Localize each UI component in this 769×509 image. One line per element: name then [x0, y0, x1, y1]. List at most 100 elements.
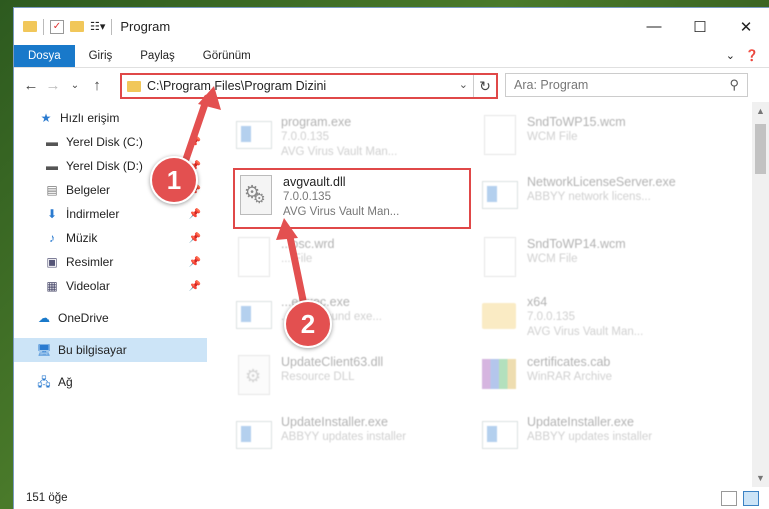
scroll-up-icon[interactable]: ▲	[752, 106, 769, 116]
search-input[interactable]: Ara: Program	[514, 78, 588, 92]
document-icon	[481, 115, 517, 157]
pictures-icon: ▣	[46, 255, 58, 269]
list-item[interactable]: program.exe 7.0.0.135 AVG Virus Vault Man.…	[231, 110, 467, 162]
scroll-thumb[interactable]	[755, 124, 766, 174]
pin-icon[interactable]: 📌	[189, 233, 201, 244]
sidebar-item-this-pc[interactable]: 🖥 Bu bilgisayar	[14, 338, 207, 362]
sidebar-item-network[interactable]: 🖧 Ağ	[14, 370, 207, 394]
navigation-bar: ← → ⌄ ↑ C:\Program Files\Program Dizini …	[14, 68, 769, 102]
recent-chevron-icon[interactable]: ⌄	[64, 80, 86, 91]
close-button[interactable]: ✕	[723, 8, 769, 45]
tab-view[interactable]: Görünüm	[189, 45, 265, 67]
item-count: 151 öğe	[26, 492, 68, 504]
file-name: ...osc.wrd	[281, 237, 335, 251]
file-detail: ABBYY network licens...	[527, 191, 651, 203]
folder-icon	[481, 295, 517, 337]
list-item[interactable]: SndToWP15.wcm WCM File	[477, 110, 713, 162]
sidebar-item-label: Videolar	[66, 279, 110, 293]
file-detail: 7.0.0.135	[527, 311, 575, 323]
divider	[43, 18, 44, 35]
window-title: Program	[120, 19, 171, 34]
tab-file[interactable]: Dosya	[14, 45, 75, 67]
list-item[interactable]: NetworkLicenseServer.exe ABBYY network li…	[477, 170, 713, 222]
video-icon: ▦	[46, 279, 58, 293]
file-detail: WinRAR Archive	[527, 371, 612, 383]
file-detail: WCM File	[527, 131, 578, 143]
sidebar-item-label: Resimler	[66, 255, 114, 269]
pin-icon[interactable]: 📌	[189, 209, 201, 220]
file-name: program.exe	[281, 115, 352, 129]
list-item[interactable]: ...eExec.exe...background exe...	[231, 290, 467, 342]
customize-icon[interactable]: ☷▾	[90, 20, 105, 34]
file-name: SndToWP14.wcm	[527, 237, 626, 251]
details-view-icon[interactable]	[721, 491, 737, 506]
new-folder-icon[interactable]	[70, 21, 84, 32]
documents-icon: ▤	[46, 183, 58, 197]
sidebar-item-label: Ağ	[58, 375, 73, 389]
file-name: x64	[527, 295, 548, 309]
sidebar-item-music[interactable]: ♪ Müzik 📌	[14, 226, 207, 250]
sidebar-item-label: OneDrive	[58, 311, 109, 325]
sidebar-item-label: Bu bilgisayar	[58, 343, 127, 357]
scroll-down-icon[interactable]: ▼	[752, 473, 769, 483]
sidebar-item-disk-c[interactable]: ▬ Yerel Disk (C:) 📌	[14, 130, 207, 154]
refresh-icon[interactable]: ↻	[473, 75, 496, 97]
star-icon: ★	[40, 111, 52, 125]
music-icon: ♪	[49, 231, 55, 245]
drive-icon: ▬	[46, 159, 58, 173]
list-item[interactable]: ⚙ UpdateClient63.dll Resource DLL	[231, 350, 467, 402]
back-icon[interactable]: ←	[20, 77, 42, 94]
computer-icon: 🖥	[36, 343, 52, 357]
file-detail: Resource DLL	[281, 371, 355, 383]
maximize-button[interactable]: ☐	[677, 8, 723, 45]
expand-ribbon-icon[interactable]: ⌄	[726, 49, 735, 62]
tab-home[interactable]: Giriş	[75, 45, 127, 67]
archive-icon	[481, 355, 517, 397]
sidebar-item-downloads[interactable]: ⬇ İndirmeler 📌	[14, 202, 207, 226]
up-icon[interactable]: ↑	[86, 77, 108, 94]
list-item[interactable]: certificates.cab WinRAR Archive	[477, 350, 713, 402]
file-detail: ABBYY updates installer	[281, 431, 407, 443]
file-detail: AVG Virus Vault Man...	[527, 326, 644, 338]
file-name: SndToWP15.wcm	[527, 115, 626, 129]
file-name: UpdateInstaller.exe	[527, 415, 635, 429]
sidebar-item-quick-access[interactable]: ★ Hızlı erişim	[14, 106, 207, 130]
exe-file-icon	[481, 415, 518, 457]
tiles-view-icon[interactable]	[743, 491, 759, 506]
file-list: program.exe 7.0.0.135 AVG Virus Vault Man.…	[207, 102, 769, 487]
search-box[interactable]: Ara: Program ⚲	[505, 73, 748, 97]
pin-icon[interactable]: 📌	[189, 137, 201, 148]
vertical-scrollbar[interactable]: ▲ ▼	[752, 102, 769, 487]
list-item[interactable]: ...osc.wrd ... File	[231, 232, 467, 284]
help-icon[interactable]: ❓	[745, 49, 759, 62]
quick-access-toolbar: ✓ ☷▾	[14, 18, 113, 35]
dll-file-icon: ⚙	[235, 355, 271, 397]
address-path[interactable]: C:\Program Files\Program Dizini	[147, 79, 326, 93]
sidebar-item-pictures[interactable]: ▣ Resimler 📌	[14, 250, 207, 274]
main-area: ★ Hızlı erişim ▬ Yerel Disk (C:) 📌 ▬ Yer…	[14, 102, 769, 487]
list-item[interactable]: x64 7.0.0.135 AVG Virus Vault Man...	[477, 290, 713, 342]
sidebar-item-onedrive[interactable]: ☁ OneDrive	[14, 306, 207, 330]
minimize-button[interactable]: —	[631, 8, 677, 45]
title-bar: ✓ ☷▾ Program — ☐ ✕	[14, 8, 769, 45]
chevron-down-icon[interactable]: ⌄	[459, 78, 468, 91]
tab-share[interactable]: Paylaş	[126, 45, 189, 67]
cloud-icon: ☁	[38, 311, 50, 325]
exe-file-icon	[235, 295, 272, 337]
sidebar-item-label: Hızlı erişim	[60, 111, 120, 125]
list-item[interactable]: UpdateInstaller.exe ABBYY updates install…	[477, 410, 713, 462]
forward-icon[interactable]: →	[42, 77, 64, 94]
pin-icon[interactable]: 📌	[189, 281, 201, 292]
callout-badge-1: 1	[150, 156, 198, 204]
sidebar-item-videos[interactable]: ▦ Videolar 📌	[14, 274, 207, 298]
pin-icon[interactable]: 📌	[189, 257, 201, 268]
address-bar[interactable]: C:\Program Files\Program Dizini ⌄ ↻	[120, 73, 498, 99]
exe-file-icon	[235, 415, 272, 457]
properties-icon[interactable]: ✓	[50, 19, 64, 34]
file-detail: AVG Virus Vault Man...	[281, 146, 398, 158]
list-item[interactable]: UpdateInstaller.exe ABBYY updates install…	[231, 410, 467, 462]
highlight-frame	[233, 168, 471, 229]
sidebar-item-label: Müzik	[66, 231, 98, 245]
list-item[interactable]: SndToWP14.wcm WCM File	[477, 232, 713, 284]
exe-file-icon	[481, 175, 518, 217]
